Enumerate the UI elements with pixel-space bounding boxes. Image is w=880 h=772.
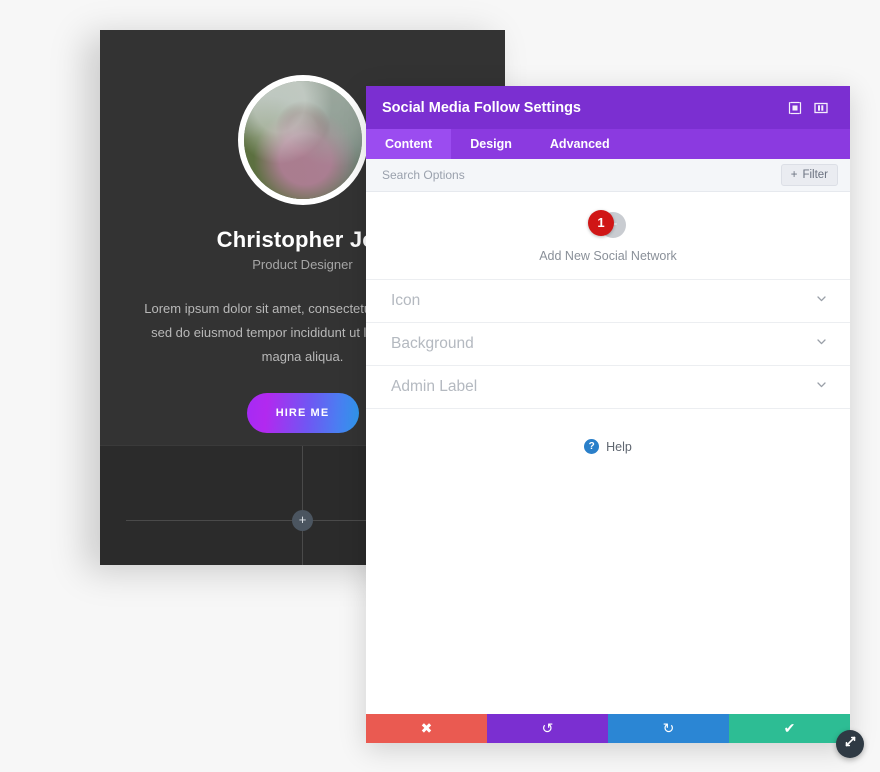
question-mark-icon: ?	[584, 439, 600, 454]
add-network-label: Add New Social Network	[539, 249, 677, 263]
settings-modal: Social Media Follow Settings Content Des…	[366, 86, 850, 743]
fullscreen-icon[interactable]	[782, 95, 808, 121]
modal-footer: ✖ ↺ ↻ ✔	[366, 714, 850, 743]
avatar	[237, 75, 368, 205]
chevron-down-icon	[815, 335, 828, 353]
undo-button[interactable]: ↺	[487, 714, 608, 743]
add-module-button[interactable]: +	[292, 510, 313, 531]
redo-button[interactable]: ↻	[608, 714, 729, 743]
section-background-label: Background	[391, 335, 474, 352]
add-network-control: + 1	[580, 210, 636, 240]
cancel-button[interactable]: ✖	[366, 714, 487, 743]
search-bar: + Filter	[366, 159, 850, 192]
filter-button[interactable]: + Filter	[780, 164, 838, 186]
modal-header: Social Media Follow Settings	[366, 86, 850, 129]
checkmark-icon: ✔	[783, 720, 796, 736]
help-row: ? Help	[366, 409, 850, 454]
plus-icon: +	[790, 169, 798, 181]
save-button[interactable]: ✔	[729, 714, 850, 743]
section-icon[interactable]: Icon	[366, 280, 850, 323]
filter-button-label: Filter	[802, 169, 828, 181]
search-input[interactable]	[382, 168, 781, 182]
add-social-network-section: + 1 Add New Social Network	[366, 192, 850, 280]
network-count-badge: 1	[588, 210, 614, 236]
modal-tabbar: Content Design Advanced	[366, 129, 850, 159]
tab-content[interactable]: Content	[366, 129, 452, 159]
section-admin-label-label: Admin Label	[391, 378, 478, 395]
chevron-down-icon	[815, 292, 828, 310]
section-background[interactable]: Background	[366, 323, 850, 366]
guideline-vertical	[302, 446, 303, 565]
modal-body: + 1 Add New Social Network Icon Backgrou…	[366, 192, 850, 714]
section-icon-label: Icon	[391, 292, 421, 309]
tab-design[interactable]: Design	[451, 129, 531, 159]
resize-handle[interactable]	[836, 730, 864, 758]
section-admin-label[interactable]: Admin Label	[366, 366, 850, 409]
redo-arrow-icon: ↻	[662, 720, 675, 736]
close-x-icon: ✖	[420, 720, 433, 736]
modal-title: Social Media Follow Settings	[382, 99, 581, 116]
hire-me-button[interactable]: HIRE ME	[246, 393, 359, 434]
chevron-down-icon	[815, 378, 828, 396]
split-view-icon[interactable]	[808, 95, 834, 121]
resize-diagonal-icon	[843, 734, 858, 754]
user-avatar-photo-icon	[243, 81, 362, 199]
tab-advanced[interactable]: Advanced	[531, 129, 629, 159]
undo-arrow-icon: ↺	[541, 720, 554, 736]
help-link[interactable]: Help	[606, 440, 632, 454]
